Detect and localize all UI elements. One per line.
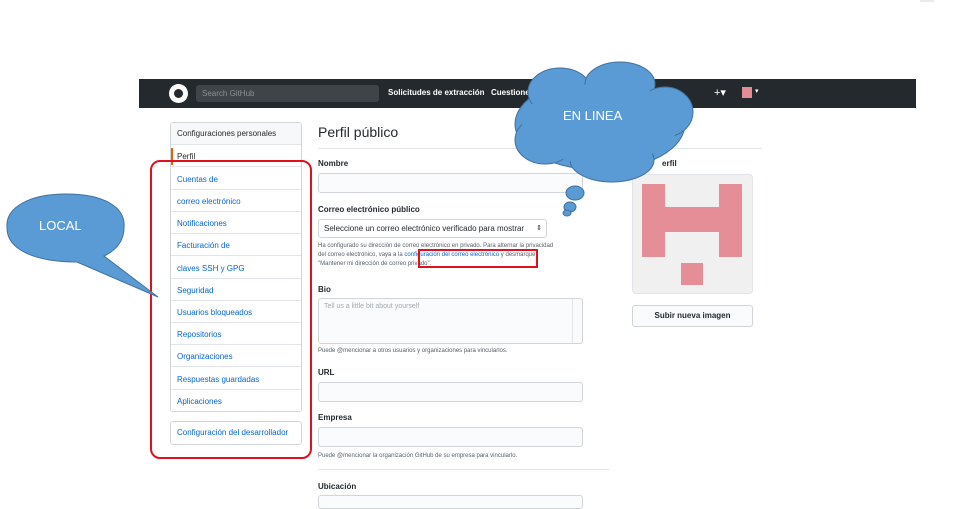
local-callout	[6, 193, 159, 298]
online-callout-label: EN LINEA	[563, 108, 623, 123]
annotation-callouts	[6, 61, 694, 298]
local-callout-label: LOCAL	[39, 218, 82, 233]
